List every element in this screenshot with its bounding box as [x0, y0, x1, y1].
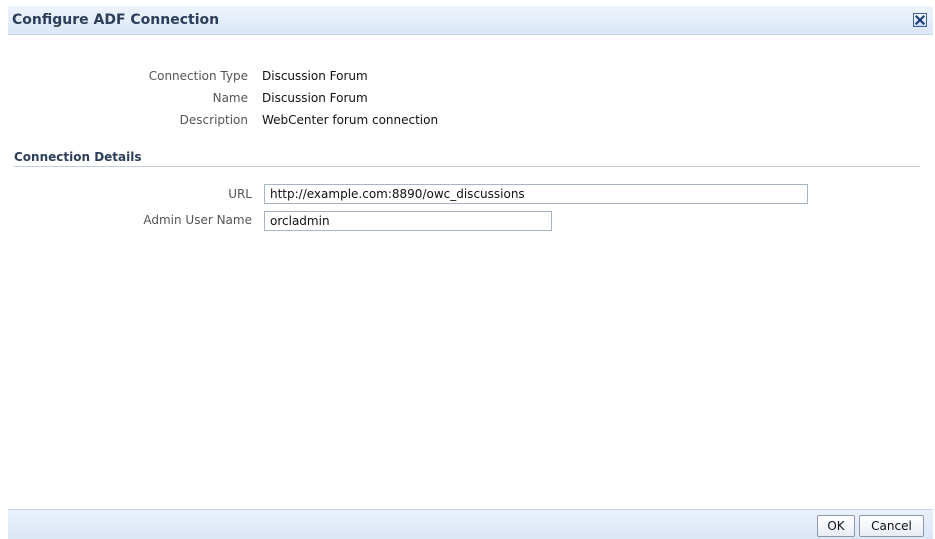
description-row: Description WebCenter forum connection [0, 113, 935, 131]
dialog-titlebar: Configure ADF Connection [8, 6, 933, 35]
name-label: Name [212, 91, 248, 105]
name-value: Discussion Forum [262, 91, 368, 105]
admin-user-input[interactable] [264, 211, 552, 231]
name-row: Name Discussion Forum [0, 91, 935, 109]
connection-details-header: Connection Details [14, 150, 920, 167]
dialog-footer: OK Cancel [8, 509, 933, 539]
connection-type-value: Discussion Forum [262, 69, 368, 83]
description-value: WebCenter forum connection [262, 113, 439, 127]
cancel-button[interactable]: Cancel [859, 515, 924, 537]
url-label: URL [228, 187, 252, 201]
configure-adf-connection-dialog: Configure ADF Connection Connection Type… [0, 0, 935, 539]
close-icon[interactable] [913, 13, 927, 27]
connection-type-row: Connection Type Discussion Forum [0, 69, 935, 87]
ok-button[interactable]: OK [817, 515, 855, 537]
description-label: Description [179, 113, 248, 127]
connection-type-label: Connection Type [148, 69, 248, 83]
url-input[interactable] [264, 184, 808, 204]
admin-user-label: Admin User Name [143, 213, 252, 227]
dialog-title: Configure ADF Connection [12, 12, 220, 28]
